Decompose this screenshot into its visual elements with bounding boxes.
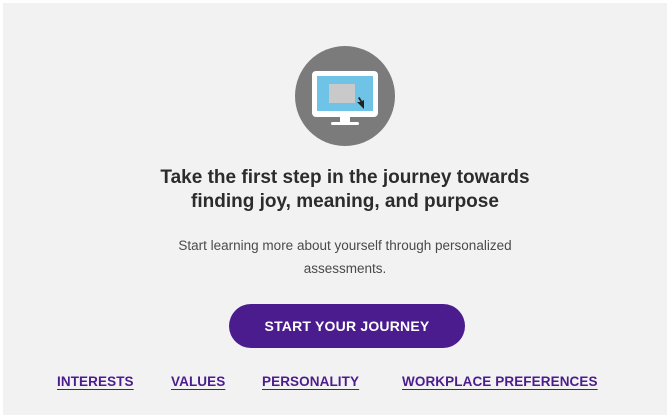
subtext-line-1: Start learning more about yourself throu… [178,238,512,253]
assessment-links: INTERESTS VALUES PERSONALITY WORKPLACE P… [0,374,670,394]
assessment-intro-page: Take the first step in the journey towar… [0,0,670,415]
values-link[interactable]: VALUES [171,374,225,389]
interests-link[interactable]: INTERESTS [57,374,134,389]
monitor-neck [340,117,350,122]
start-your-journey-button[interactable]: START YOUR JOURNEY [229,304,465,348]
frame-border-top [0,0,670,3]
workplace-preferences-link[interactable]: WORKPLACE PREFERENCES [402,374,598,389]
computer-monitor-icon [295,46,395,146]
headline: Take the first step in the journey towar… [60,166,630,214]
subtext-line-2: assessments. [303,261,387,276]
screen-window [329,84,355,103]
headline-line-1: Take the first step in the journey towar… [160,167,530,188]
monitor-illustration [312,71,378,125]
frame-border-left [0,0,3,415]
subtext: Start learning more about yourself throu… [100,234,590,280]
monitor-base [331,122,359,125]
personality-link[interactable]: PERSONALITY [262,374,359,389]
headline-line-2: finding joy, meaning, and purpose [191,191,499,212]
